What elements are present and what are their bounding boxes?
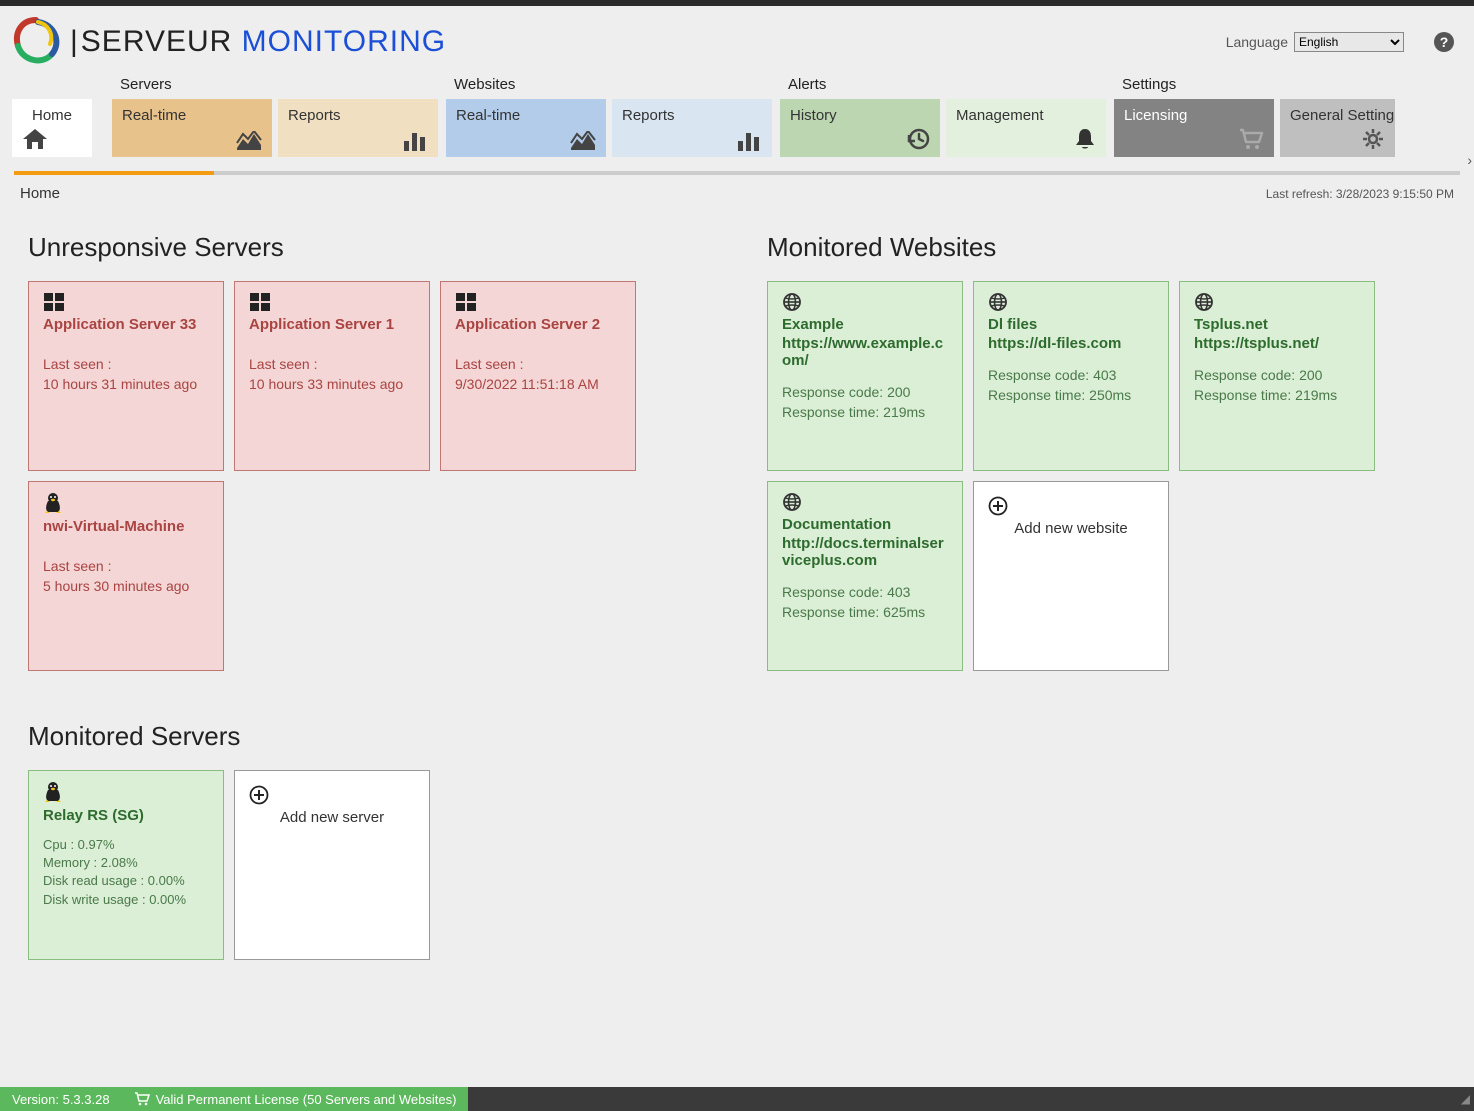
breadcrumb: Home	[20, 185, 60, 202]
barchart-icon	[736, 131, 762, 151]
cart-icon	[1238, 127, 1264, 151]
server-card[interactable]: Application Server 1 Last seen :10 hours …	[234, 281, 430, 471]
plus-icon	[249, 785, 415, 805]
nav-alerts-management[interactable]: Management	[946, 99, 1106, 157]
globe-icon	[988, 292, 1154, 312]
nav-home[interactable]: Home	[12, 99, 92, 157]
section-unresponsive-title: Unresponsive Servers	[28, 232, 707, 263]
nav-home-label: Home	[32, 107, 72, 124]
website-meta: Response code: 200Response time: 219ms	[1194, 366, 1360, 405]
add-website-label: Add new website	[988, 520, 1154, 537]
server-name: nwi-Virtual-Machine	[43, 518, 209, 535]
server-card[interactable]: nwi-Virtual-Machine Last seen :5 hours 30…	[28, 481, 224, 671]
website-card[interactable]: Documentation http://docs.terminalservice…	[767, 481, 963, 671]
server-name: Application Server 33	[43, 316, 209, 333]
website-name: Tsplus.net	[1194, 316, 1360, 333]
globe-icon	[782, 292, 948, 312]
logo: |SERVEUR MONITORING	[8, 14, 446, 70]
server-lastseen: Last seen :10 hours 31 minutes ago	[43, 355, 209, 394]
website-name: Example	[782, 316, 948, 333]
history-icon	[906, 127, 930, 151]
globe-icon	[782, 492, 948, 512]
add-website-card[interactable]: Add new website	[973, 481, 1169, 671]
server-name: Application Server 1	[249, 316, 415, 333]
website-name: Documentation	[782, 516, 948, 533]
logo-text: |SERVEUR MONITORING	[70, 25, 446, 59]
nav-alerts-history[interactable]: History	[780, 99, 940, 157]
nav-group-settings: Settings	[1114, 74, 1395, 99]
monitored-servers-grid: Relay RS (SG) Cpu : 0.97%Memory : 2.08%Di…	[28, 770, 707, 960]
windows-icon	[455, 292, 621, 312]
resize-grip-icon[interactable]: ◢	[1461, 1092, 1470, 1106]
nav-scroll-right[interactable]: ›	[1467, 152, 1472, 168]
language-label: Language	[1226, 34, 1288, 50]
server-card[interactable]: Application Server 2 Last seen :9/30/2022…	[440, 281, 636, 471]
home-icon	[22, 128, 82, 150]
globe-icon	[1194, 292, 1360, 312]
website-url: https://dl-files.com	[988, 335, 1154, 352]
nav-licensing[interactable]: Licensing	[1114, 99, 1274, 157]
server-stats: Cpu : 0.97%Memory : 2.08%Disk read usage…	[43, 836, 209, 909]
website-name: Dl files	[988, 316, 1154, 333]
footer: Version: 5.3.3.28 Valid Permanent Licens…	[0, 1087, 1474, 1111]
website-card[interactable]: Dl files https://dl-files.com Response cod…	[973, 281, 1169, 471]
server-name: Relay RS (SG)	[43, 807, 209, 824]
website-meta: Response code: 403Response time: 250ms	[988, 366, 1154, 405]
server-lastseen: Last seen :5 hours 30 minutes ago	[43, 557, 209, 596]
language-select[interactable]: English	[1294, 32, 1404, 52]
windows-icon	[249, 292, 415, 312]
progress-bar	[14, 171, 1460, 175]
nav-group-servers: Servers	[112, 74, 438, 99]
website-card[interactable]: Example https://www.example.com/Response …	[767, 281, 963, 471]
logo-swirl-icon	[8, 14, 64, 70]
gear-icon	[1361, 127, 1385, 151]
nav-websites-reports[interactable]: Reports	[612, 99, 772, 157]
nav-group-alerts: Alerts	[780, 74, 1106, 99]
plus-icon	[988, 496, 1154, 516]
websites-grid: Example https://www.example.com/Response …	[767, 281, 1446, 671]
realtime-icon	[236, 131, 262, 151]
realtime-icon	[570, 131, 596, 151]
linux-icon	[43, 492, 209, 514]
nav-servers-reports[interactable]: Reports	[278, 99, 438, 157]
barchart-icon	[402, 131, 428, 151]
breadcrumb-row: Home Last refresh: 3/28/2023 9:15:50 PM	[0, 175, 1474, 202]
monitored-server-card[interactable]: Relay RS (SG) Cpu : 0.97%Memory : 2.08%Di…	[28, 770, 224, 960]
nav-group-websites: Websites	[446, 74, 772, 99]
section-monitored-servers-title: Monitored Servers	[28, 721, 707, 752]
help-icon[interactable]: ?	[1434, 32, 1454, 52]
website-url: http://docs.terminalserviceplus.com	[782, 535, 948, 569]
footer-license: Valid Permanent License (50 Servers and …	[122, 1087, 469, 1111]
website-meta: Response code: 200Response time: 219ms	[782, 383, 948, 422]
linux-icon	[43, 781, 209, 803]
nav-websites-realtime[interactable]: Real-time	[446, 99, 606, 157]
website-url: https://tsplus.net/	[1194, 335, 1360, 352]
cart-icon	[134, 1092, 150, 1106]
website-url: https://www.example.com/	[782, 335, 948, 369]
add-server-label: Add new server	[249, 809, 415, 826]
bell-icon	[1074, 127, 1096, 151]
footer-version: Version: 5.3.3.28	[0, 1087, 122, 1111]
server-lastseen: Last seen :9/30/2022 11:51:18 AM	[455, 355, 621, 394]
section-websites-title: Monitored Websites	[767, 232, 1446, 263]
add-server-card[interactable]: Add new server	[234, 770, 430, 960]
nav-servers-realtime[interactable]: Real-time	[112, 99, 272, 157]
nav: . Home Servers Real-time Reports	[0, 74, 1474, 157]
website-card[interactable]: Tsplus.net https://tsplus.net/Response co…	[1179, 281, 1375, 471]
server-name: Application Server 2	[455, 316, 621, 333]
website-meta: Response code: 403Response time: 625ms	[782, 583, 948, 622]
server-card[interactable]: Application Server 33 Last seen :10 hours…	[28, 281, 224, 471]
unresponsive-grid: Application Server 33 Last seen :10 hours…	[28, 281, 707, 671]
server-lastseen: Last seen :10 hours 33 minutes ago	[249, 355, 415, 394]
windows-icon	[43, 292, 209, 312]
last-refresh: Last refresh: 3/28/2023 9:15:50 PM	[1266, 187, 1454, 201]
nav-general-settings[interactable]: General Settings	[1280, 99, 1395, 157]
header: |SERVEUR MONITORING Language English ?	[0, 6, 1474, 74]
